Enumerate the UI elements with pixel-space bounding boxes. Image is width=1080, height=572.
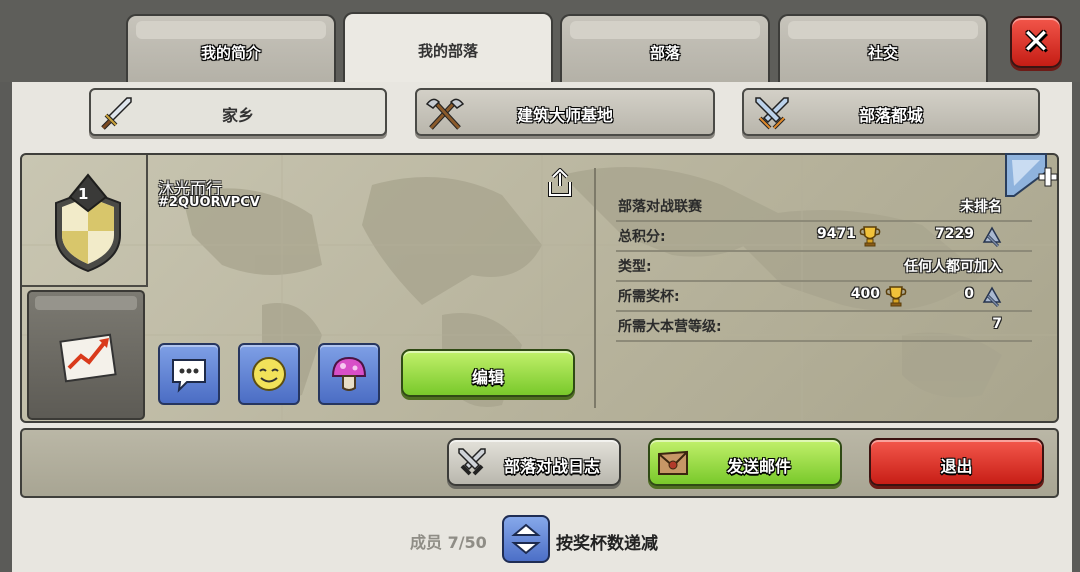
tab-label: 部落 bbox=[649, 44, 680, 62]
clan-badge-frame: 1 bbox=[22, 155, 148, 287]
tab-highlight bbox=[136, 21, 326, 39]
crossed-swords-icon bbox=[458, 448, 486, 476]
clan-perks-button[interactable] bbox=[318, 343, 380, 405]
clan-level: 1 bbox=[78, 185, 89, 203]
tab-label: 我的部落 bbox=[417, 42, 478, 60]
clan-type-value: 任何人都可加入 bbox=[904, 259, 1002, 275]
trend-chart-icon bbox=[59, 333, 117, 383]
required-trophies-key: 所需奖杯: bbox=[618, 289, 680, 305]
chat-button[interactable] bbox=[158, 343, 220, 405]
mushroom-icon bbox=[331, 356, 367, 391]
clan-trend-panel[interactable] bbox=[27, 290, 145, 420]
war-log-button[interactable]: 部落对战日志 bbox=[447, 438, 621, 486]
war-league-value: 未排名 bbox=[960, 199, 1002, 215]
leave-clan-button-label: 退出 bbox=[940, 457, 973, 476]
total-points-key: 总积分: bbox=[618, 229, 666, 245]
clan-type-key: 类型: bbox=[618, 259, 652, 275]
required-townhall-value: 7 bbox=[992, 316, 1002, 332]
tab-label: 社交 bbox=[867, 44, 898, 62]
subtab-home-village[interactable]: 家乡 bbox=[89, 88, 387, 136]
total-builder-trophies-value: 7229 bbox=[935, 226, 974, 242]
subtab-clan-capital[interactable]: 部落都城 bbox=[742, 88, 1040, 136]
war-league-key: 部落对战联赛 bbox=[618, 199, 702, 215]
war-log-button-label: 部落对战日志 bbox=[503, 457, 600, 476]
close-button[interactable]: ✕ bbox=[1010, 16, 1062, 68]
required-trophies-value: 400 bbox=[850, 286, 880, 302]
tab-highlight bbox=[788, 21, 978, 39]
emote-button[interactable] bbox=[238, 343, 300, 405]
member-count: 成员 7/50 bbox=[410, 533, 487, 552]
total-points-row: 总积分: 9471 7229 bbox=[616, 222, 1032, 252]
edit-button-label: 编辑 bbox=[471, 368, 504, 387]
edit-button[interactable]: 编辑 bbox=[401, 349, 575, 397]
subtab-builder-base[interactable]: 建筑大师基地 bbox=[415, 88, 715, 136]
builder-trophy-icon bbox=[982, 286, 1002, 308]
sort-label: 按奖杯数递减 bbox=[556, 534, 658, 554]
required-townhall-key: 所需大本营等级: bbox=[618, 319, 722, 335]
required-builder-trophies-value: 0 bbox=[964, 286, 974, 302]
subtab-label: 家乡 bbox=[221, 106, 254, 125]
clan-tag[interactable]: #2QUORVPCV bbox=[158, 195, 260, 210]
tab-social[interactable]: 社交 bbox=[778, 14, 988, 82]
required-trophies-row: 所需奖杯: 400 0 bbox=[616, 282, 1032, 312]
sort-toggle-button[interactable] bbox=[502, 515, 550, 563]
tab-highlight bbox=[570, 21, 760, 39]
clan-type-row: 类型: 任何人都可加入 bbox=[616, 252, 1032, 282]
trend-panel-highlight bbox=[35, 296, 137, 310]
subtab-label: 建筑大师基地 bbox=[516, 106, 613, 125]
sort-up-down-icon bbox=[511, 523, 541, 555]
share-icon[interactable] bbox=[546, 168, 574, 198]
smiley-face-icon bbox=[252, 357, 286, 391]
builder-trophy-icon bbox=[982, 226, 1002, 248]
trophy-icon bbox=[859, 226, 881, 247]
required-townhall-row: 所需大本营等级: 7 bbox=[616, 312, 1032, 342]
chat-bubble-icon bbox=[172, 359, 206, 393]
subtab-label: 部落都城 bbox=[858, 106, 923, 125]
tab-my-profile[interactable]: 我的简介 bbox=[126, 14, 336, 82]
tab-my-clan[interactable]: 我的部落 bbox=[343, 12, 553, 82]
war-league-row: 部落对战联赛 未排名 bbox=[616, 192, 1032, 222]
tab-label: 我的简介 bbox=[200, 44, 261, 62]
send-mail-button[interactable]: 发送邮件 bbox=[648, 438, 842, 486]
close-x-icon: ✕ bbox=[1021, 22, 1051, 62]
total-trophies-value: 9471 bbox=[817, 226, 856, 242]
tab-clans[interactable]: 部落 bbox=[560, 14, 770, 82]
card-divider bbox=[594, 168, 596, 408]
send-mail-button-label: 发送邮件 bbox=[726, 457, 791, 476]
trophy-icon bbox=[885, 286, 907, 307]
leave-clan-button[interactable]: 退出 bbox=[869, 438, 1044, 486]
